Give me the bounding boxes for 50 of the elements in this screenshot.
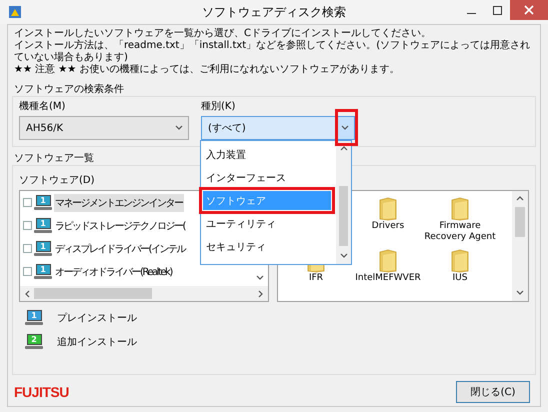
tree-item[interactable]: オーディオドライバー(Realtek) <box>54 262 173 280</box>
close-dialog-button[interactable]: 閉じる(C) <box>456 381 530 403</box>
highlight-frame <box>335 109 358 146</box>
scroll-thumb[interactable] <box>339 186 348 246</box>
legend-label: 追加インストール <box>57 336 137 349</box>
dropdown-option[interactable]: インターフェース <box>201 166 335 189</box>
horizontal-scrollbar[interactable] <box>20 286 268 301</box>
instruction-text: インストールしたいソフトウェアを一覧から選び、Cドライブにインストールしてください。 <box>14 28 432 40</box>
folder-icon <box>450 197 470 221</box>
caret-icon[interactable] <box>175 124 183 132</box>
tree-item[interactable]: ラピッドストレージテクノロジー( <box>54 216 186 234</box>
model-dropdown[interactable]: AH56/K <box>19 116 189 140</box>
close-icon <box>524 5 534 15</box>
field-label: ソフトウェア(D) <box>19 174 95 187</box>
legend-label: プレインストール <box>57 312 137 325</box>
close-button[interactable] <box>510 0 548 20</box>
tree-item[interactable]: ディスプレイドライバー(インテル <box>54 240 186 258</box>
scroll-down-icon[interactable] <box>256 274 264 282</box>
app-icon <box>8 5 22 19</box>
folder-label[interactable]: IntelMEFWVER <box>355 273 421 284</box>
scroll-down-icon[interactable] <box>516 289 524 297</box>
window-title: ソフトウェアディスク検索 <box>201 4 347 20</box>
folder-label[interactable]: Drivers <box>372 221 404 232</box>
dropdown-option[interactable]: 入力装置 <box>201 143 335 166</box>
tree-item[interactable]: マネージメントエンジンインター <box>54 194 184 212</box>
field-label: 機種名(M) <box>19 100 66 113</box>
scroll-thumb[interactable] <box>34 288 152 299</box>
scroll-down-icon[interactable] <box>340 252 348 260</box>
scroll-up-icon[interactable] <box>340 145 348 153</box>
group-title: ソフトウェアの検索条件 <box>14 84 124 95</box>
logo: FUJITSU <box>14 384 69 400</box>
folder-icon <box>378 197 398 221</box>
category-dropdown[interactable]: (すべて) <box>201 116 355 140</box>
field-label: 種別(K) <box>201 100 236 113</box>
instruction-text: ★★ 注意 ★★ お使いの機種によっては、ご利用になれないソフトウェアがあります。 <box>14 64 400 76</box>
vertical-scrollbar[interactable] <box>512 191 528 301</box>
dropdown-scrollbar[interactable] <box>336 141 351 264</box>
folder-icon <box>378 249 398 273</box>
scroll-up-icon[interactable] <box>516 195 524 203</box>
scroll-thumb[interactable] <box>515 207 525 237</box>
scroll-left-icon[interactable] <box>24 290 32 298</box>
instruction-text: インストール方法は、「readme.txt」「install.txt」などを参照してください。(ソフトウェアによっては用意されていない場合もあります) <box>14 40 532 64</box>
maximize-icon[interactable] <box>492 6 502 14</box>
caret-icon[interactable] <box>340 124 348 132</box>
folder-label[interactable]: IFR <box>308 273 324 284</box>
folder-label[interactable]: IUS <box>452 273 468 284</box>
folder-icon <box>450 249 470 273</box>
folder-label[interactable]: Firmware Recovery Agent <box>424 221 496 243</box>
scroll-right-icon[interactable] <box>256 290 264 298</box>
group-title: ソフトウェア一覧 <box>14 153 94 164</box>
